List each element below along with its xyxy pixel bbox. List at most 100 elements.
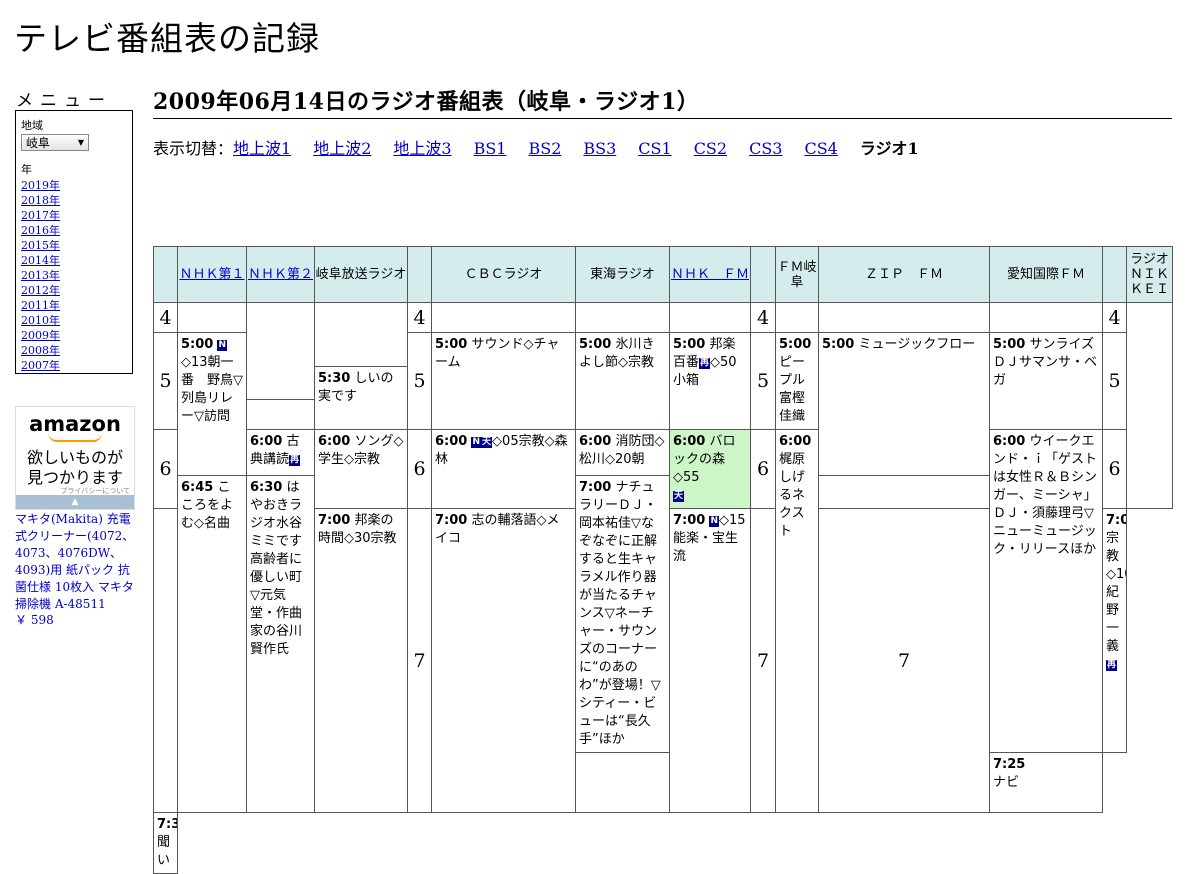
hour-label-7: 7: [407, 508, 432, 813]
program-title: ピープル富樫佳織: [779, 355, 806, 424]
year-link-2017[interactable]: 2017年: [21, 209, 60, 222]
program-cbc-700[interactable]: 7:00 志の輔落語◇メイコ: [431, 508, 576, 813]
channel-link-nhk2[interactable]: ＮＨＫ第２: [248, 267, 313, 282]
year-link-2014[interactable]: 2014年: [21, 254, 60, 267]
program-nhkfm-700[interactable]: 7:00 N◇15能楽・宝生流: [669, 508, 751, 813]
program-time: 6:00: [435, 434, 468, 449]
region-select[interactable]: 岐阜 ▼: [21, 134, 89, 151]
program-time: 6:00: [250, 434, 283, 449]
program-time: 5:00: [181, 337, 214, 352]
program-nikkei-725[interactable]: 7:25 ナビ: [989, 752, 1103, 813]
ad-collapse-bar[interactable]: ▲: [16, 495, 134, 509]
switch-current-radio1: ラジオ1: [859, 139, 919, 158]
program-nikkei-700[interactable]: 7:00 宗教◇10紀野一義再: [1102, 508, 1127, 753]
news-badge-icon: N: [709, 516, 720, 527]
program-fmgifu-600[interactable]: 6:00 梶原しげるネクスト: [775, 429, 819, 813]
site-title: テレビ番組表の記録: [14, 19, 320, 58]
empty-slot: [989, 302, 1103, 333]
switch-link-bs1[interactable]: BS1: [474, 139, 507, 158]
program-time: 5:00: [579, 337, 612, 352]
program-zip-700[interactable]: 7:00 ナチュラリーＤＪ・岡本祐佳▽なぞなぞに正解すると生キャラメル作り器が当…: [575, 475, 670, 753]
year-label: 年: [21, 163, 32, 176]
year-link-2019[interactable]: 2019年: [21, 179, 60, 192]
channel-header-row: ＮＨＫ第１ ＮＨＫ第２ 岐阜放送ラジオ ＣＢＣラジオ 東海ラジオ ＮＨＫ ＦＭ …: [153, 246, 1173, 303]
program-nhk2-730[interactable]: 7:30 聞い: [153, 812, 178, 874]
program-title: 聞い: [157, 835, 171, 868]
year-link-2012[interactable]: 2012年: [21, 284, 60, 297]
program-aichi-600[interactable]: 6:00 ウイークエンド・ｉ「ゲストは女性Ｒ＆Ｂシンガー、ミーシャ」ＤＪ・須藤理…: [989, 429, 1103, 753]
program-nhkfm-500[interactable]: 5:00 邦楽百番再◇50小箱: [669, 332, 751, 430]
empty-slot: [431, 302, 576, 333]
weather-badge-icon: 天: [673, 491, 685, 502]
year-link-2008[interactable]: 2008年: [21, 344, 60, 357]
amazon-ad-banner[interactable]: amazon 欲しいものが 見つかります プライバシーについて ▲: [15, 406, 135, 510]
year-link-2010[interactable]: 2010年: [21, 314, 60, 327]
ad-tagline: 欲しいものが 見つかります: [16, 448, 134, 488]
program-nhk2-645[interactable]: 6:45 こころをよむ◇名曲: [177, 475, 247, 813]
program-aichi-500[interactable]: 5:00 サンライズＤＪサマンサ・ベガ: [989, 332, 1103, 430]
grid-row-6a: 6 6:00 古典講読再 6:00 ソング◇学生◇宗教 6 6:00 N 天◇05…: [153, 429, 1173, 813]
hour-label-5: 5: [407, 332, 432, 430]
program-time: 6:00: [779, 434, 812, 449]
switch-link-terrestrial1[interactable]: 地上波1: [233, 139, 291, 158]
program-time: 5:30: [318, 371, 351, 386]
program-time: 5:00: [673, 337, 706, 352]
program-grid: ＮＨＫ第１ ＮＨＫ第２ 岐阜放送ラジオ ＣＢＣラジオ 東海ラジオ ＮＨＫ ＦＭ …: [153, 246, 1173, 874]
switch-link-cs1[interactable]: CS1: [638, 139, 671, 158]
channel-header-gbs: 岐阜放送ラジオ: [314, 246, 408, 303]
program-title: ◇13朝一番 野鳥▽列島リレー▽訪問: [181, 355, 243, 424]
switch-link-bs2[interactable]: BS2: [528, 139, 561, 158]
program-cbc-600[interactable]: 6:00 N 天◇05宗教◇森林: [431, 429, 576, 509]
channel-link-nhkfm[interactable]: ＮＨＫ ＦＭ: [671, 267, 749, 282]
program-time: 7:00: [673, 513, 706, 528]
year-link-2007[interactable]: 2007年: [21, 359, 60, 372]
hour-label-6: 6: [407, 429, 432, 509]
program-time: 6:45: [181, 480, 214, 495]
switch-link-cs3[interactable]: CS3: [749, 139, 782, 158]
channel-link-nhk1[interactable]: ＮＨＫ第１: [179, 267, 244, 282]
program-tokai-600[interactable]: 6:00 消防団◇松川◇20朝: [575, 429, 670, 476]
program-nhk2-600[interactable]: 6:00 古典講読再: [246, 429, 315, 476]
header-spacer: [153, 246, 178, 303]
year-link-2018[interactable]: 2018年: [21, 194, 60, 207]
empty-slot: [1126, 302, 1173, 509]
year-link-2009[interactable]: 2009年: [21, 329, 60, 342]
program-zip-500[interactable]: 5:00 ミュージックフロー: [818, 332, 990, 476]
switch-link-terrestrial2[interactable]: 地上波2: [313, 139, 371, 158]
hour-label-5: 5: [750, 332, 776, 430]
switch-link-cs4[interactable]: CS4: [804, 139, 837, 158]
hour-label-5: 5: [153, 332, 178, 430]
program-fmgifu-500[interactable]: 5:00 ピープル富樫佳織: [775, 332, 819, 430]
grid-row-4: 4 4 4 4: [153, 302, 1173, 509]
program-nhk1-500[interactable]: 5:00 N ◇13朝一番 野鳥▽列島リレー▽訪問: [177, 332, 247, 476]
ad-product-link[interactable]: マキタ(Makita) 充電式クリーナー(4072、4073、4076DW、40…: [15, 511, 140, 613]
year-link-2011[interactable]: 2011年: [21, 299, 60, 312]
news-badge-icon: N: [471, 437, 482, 448]
program-tokai-630[interactable]: 6:30 はやおきラジオ水谷ミミです 高齢者に優しい町▽元気堂・作曲家の谷川賢作…: [246, 475, 315, 813]
region-select-value: 岐阜: [26, 136, 51, 150]
channel-header-zip: ＺＩＰ ＦＭ: [818, 246, 990, 303]
switch-link-terrestrial3[interactable]: 地上波3: [393, 139, 451, 158]
year-link-2015[interactable]: 2015年: [21, 239, 60, 252]
switch-link-cs2[interactable]: CS2: [694, 139, 727, 158]
program-gbs-530[interactable]: 5:30 しいの実です: [314, 366, 408, 430]
empty-slot: [669, 302, 751, 333]
year-link-2016[interactable]: 2016年: [21, 224, 60, 237]
weather-badge-icon: 天: [481, 437, 493, 448]
rebroadcast-badge-icon: 再: [1106, 660, 1118, 671]
switch-link-bs3[interactable]: BS3: [583, 139, 616, 158]
channel-header-aichi: 愛知国際ＦＭ: [989, 246, 1103, 303]
menu-box: 地域 岐阜 ▼ 年 2019年 2018年 2017年 2016年 2015年 …: [15, 110, 133, 374]
year-link-2013[interactable]: 2013年: [21, 269, 60, 282]
program-time: 6:00: [318, 434, 351, 449]
program-time: 6:30: [250, 480, 283, 495]
program-gbs-600[interactable]: 6:00 ソング◇学生◇宗教: [314, 429, 408, 509]
program-time: 5:00: [435, 337, 468, 352]
program-nhkfm-600[interactable]: 6:00 バロックの森◇55 天: [669, 429, 751, 509]
program-gbs-700[interactable]: 7:00 邦楽の時間◇30宗教: [314, 508, 408, 813]
channel-header-tokai: 東海ラジオ: [575, 246, 670, 303]
program-cbc-500[interactable]: 5:00 サウンド◇チャーム: [431, 332, 576, 430]
program-title: 梶原しげるネクスト: [779, 452, 806, 539]
amazon-logo: amazon: [29, 412, 121, 436]
program-tokai-500[interactable]: 5:00 氷川きよし節◇宗教: [575, 332, 670, 430]
